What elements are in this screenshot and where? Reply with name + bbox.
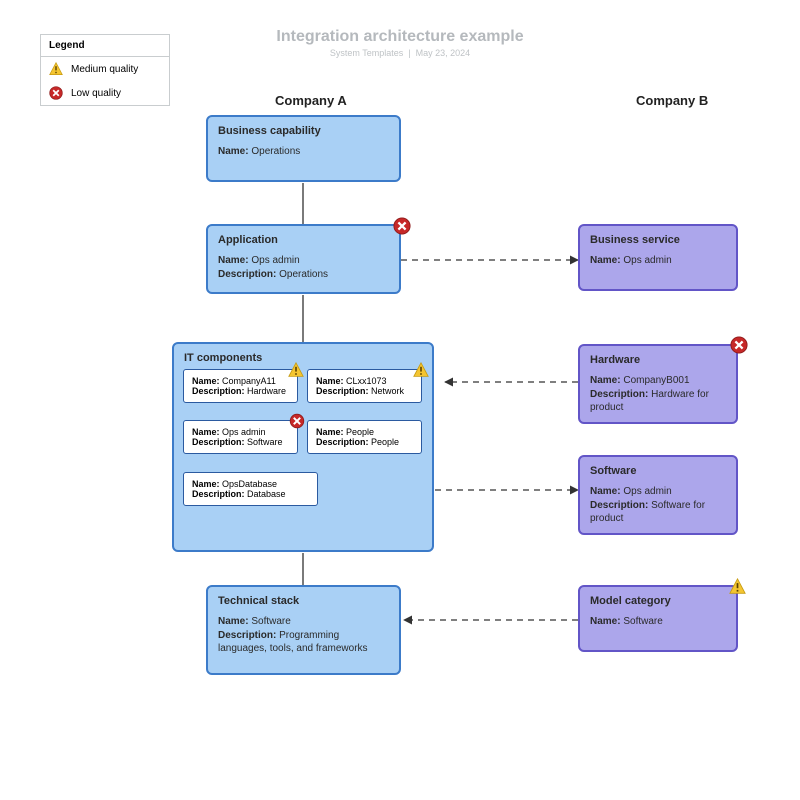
box-business-capability[interactable]: Business capability Name: Operations bbox=[206, 115, 401, 182]
box-field: Description: Programming languages, tool… bbox=[218, 629, 389, 656]
it-component-card[interactable]: Name: People Description: People bbox=[307, 420, 422, 454]
box-business-service[interactable]: Business service Name: Ops admin bbox=[578, 224, 738, 291]
it-component-card[interactable]: Name: CLxx1073 Description: Network bbox=[307, 369, 422, 403]
legend-label: Low quality bbox=[71, 88, 121, 99]
box-title: Application bbox=[218, 234, 389, 246]
it-component-card[interactable]: Name: Ops admin Description: Software bbox=[183, 420, 298, 454]
legend-label: Medium quality bbox=[71, 64, 138, 75]
box-title: Business capability bbox=[218, 125, 389, 137]
it-component-card[interactable]: Name: OpsDatabase Description: Database bbox=[183, 472, 318, 506]
legend-row-low: Low quality bbox=[41, 81, 169, 105]
box-field: Name: Software bbox=[590, 615, 726, 629]
diagram-canvas: Integration architecture example System … bbox=[0, 0, 800, 800]
legend: Legend Medium quality Low quality bbox=[40, 34, 170, 106]
box-model-category[interactable]: Model category Name: Software bbox=[578, 585, 738, 652]
legend-heading: Legend bbox=[41, 35, 169, 57]
error-icon bbox=[730, 336, 748, 354]
column-header-b: Company B bbox=[636, 93, 708, 108]
it-component-card[interactable]: Name: CompanyA11 Description: Hardware bbox=[183, 369, 298, 403]
warning-icon bbox=[49, 62, 63, 76]
box-title: Software bbox=[590, 465, 726, 477]
box-software[interactable]: Software Name: Ops admin Description: So… bbox=[578, 455, 738, 535]
box-technical-stack[interactable]: Technical stack Name: Software Descripti… bbox=[206, 585, 401, 675]
box-field: Name: CompanyB001 bbox=[590, 374, 726, 388]
error-icon bbox=[393, 217, 411, 235]
box-field: Name: Ops admin bbox=[590, 485, 726, 499]
box-title: Technical stack bbox=[218, 595, 389, 607]
error-icon bbox=[289, 413, 307, 431]
box-field: Description: Hardware for product bbox=[590, 388, 726, 415]
box-title: Business service bbox=[590, 234, 726, 246]
box-hardware[interactable]: Hardware Name: CompanyB001 Description: … bbox=[578, 344, 738, 424]
box-field: Name: Ops admin bbox=[590, 254, 726, 268]
box-field: Description: Software for product bbox=[590, 499, 726, 526]
box-field: Name: Software bbox=[218, 615, 389, 629]
box-field: Name: Operations bbox=[218, 145, 389, 159]
box-application[interactable]: Application Name: Ops admin Description:… bbox=[206, 224, 401, 294]
box-field: Name: Ops admin bbox=[218, 254, 389, 268]
warning-icon bbox=[288, 362, 306, 380]
column-header-a: Company A bbox=[275, 93, 347, 108]
box-title: Hardware bbox=[590, 354, 726, 366]
box-field: Description: Operations bbox=[218, 268, 389, 282]
legend-row-medium: Medium quality bbox=[41, 57, 169, 81]
box-title: Model category bbox=[590, 595, 726, 607]
error-icon bbox=[49, 86, 63, 100]
warning-icon bbox=[413, 362, 431, 380]
warning-icon bbox=[729, 578, 747, 596]
